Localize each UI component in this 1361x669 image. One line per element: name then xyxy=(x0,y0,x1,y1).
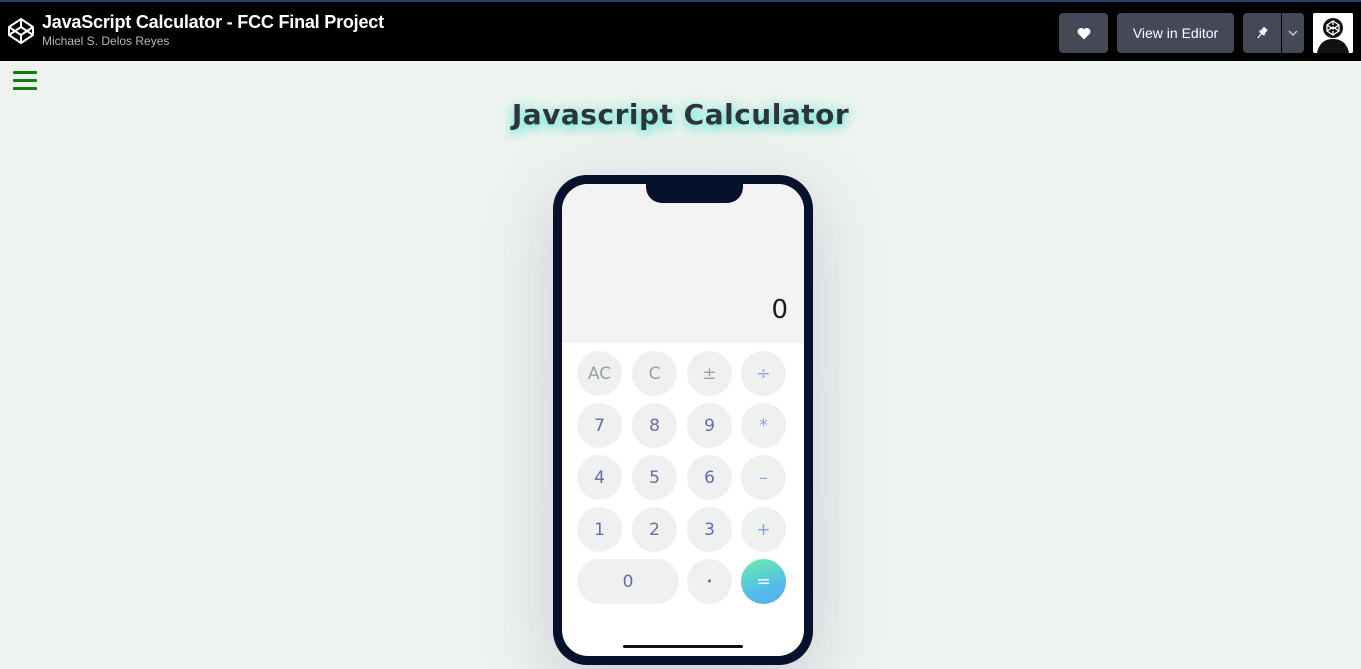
pen-author-link[interactable]: Michael S. Delos Reyes xyxy=(42,33,384,49)
digit-5-button[interactable]: 5 xyxy=(632,455,677,500)
pen-title-block: JavaScript Calculator - FCC Final Projec… xyxy=(42,11,384,49)
clear-button[interactable]: C xyxy=(632,351,677,396)
subtract-button[interactable]: – xyxy=(741,455,786,500)
equals-button[interactable]: = xyxy=(741,559,786,604)
phone-frame: 0 AC C ± ÷ 7 8 9 * 4 5 6 – 1 2 3 + 0 • = xyxy=(553,175,813,665)
digit-0-button[interactable]: 0 xyxy=(577,559,679,604)
multiply-button[interactable]: * xyxy=(741,403,786,448)
pen-title: JavaScript Calculator - FCC Final Projec… xyxy=(42,12,384,32)
view-in-editor-button[interactable]: View in Editor xyxy=(1117,13,1234,53)
heart-icon xyxy=(1077,27,1090,39)
home-indicator xyxy=(623,645,743,648)
hamburger-menu-icon[interactable] xyxy=(13,71,37,91)
pin-icon xyxy=(1257,27,1268,39)
codepen-header: JavaScript Calculator - FCC Final Projec… xyxy=(0,0,1361,61)
digit-6-button[interactable]: 6 xyxy=(687,455,732,500)
calculator-display: 0 xyxy=(562,184,804,343)
divide-button[interactable]: ÷ xyxy=(741,351,786,396)
digit-9-button[interactable]: 9 xyxy=(687,403,732,448)
pin-options-dropdown[interactable] xyxy=(1282,13,1304,53)
page-title: Javascript Calculator xyxy=(511,98,850,131)
display-value: 0 xyxy=(771,295,788,325)
digit-7-button[interactable]: 7 xyxy=(577,403,622,448)
digit-8-button[interactable]: 8 xyxy=(632,403,677,448)
digit-4-button[interactable]: 4 xyxy=(577,455,622,500)
codepen-logo-icon[interactable] xyxy=(6,16,36,46)
digit-1-button[interactable]: 1 xyxy=(577,507,622,552)
love-button[interactable] xyxy=(1059,13,1108,53)
decimal-button[interactable]: • xyxy=(687,559,732,604)
add-button[interactable]: + xyxy=(741,507,786,552)
digit-2-button[interactable]: 2 xyxy=(632,507,677,552)
chevron-down-icon xyxy=(1288,30,1298,36)
calculator: 0 AC C ± ÷ 7 8 9 * 4 5 6 – 1 2 3 + 0 • = xyxy=(562,184,804,656)
phone-notch xyxy=(646,184,743,203)
user-avatar[interactable] xyxy=(1313,13,1353,53)
plus-minus-button[interactable]: ± xyxy=(687,351,732,396)
digit-3-button[interactable]: 3 xyxy=(687,507,732,552)
all-clear-button[interactable]: AC xyxy=(577,351,622,396)
pin-button[interactable] xyxy=(1243,13,1281,53)
